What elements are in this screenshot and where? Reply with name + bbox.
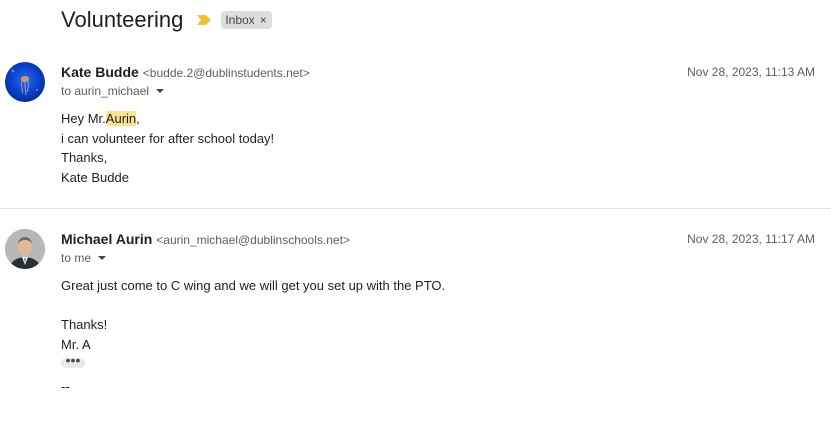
- sender-name[interactable]: Michael Aurin: [61, 231, 152, 247]
- body-line: Thanks!: [61, 317, 108, 332]
- body-line: Great just come to C wing and we will ge…: [61, 278, 446, 293]
- recipient-text: to aurin_michael: [61, 84, 150, 98]
- body-line: Thanks,: [61, 150, 108, 165]
- message-date: Nov 28, 2023, 11:13 AM: [687, 65, 815, 79]
- recipient-line: to aurin_michael: [61, 84, 165, 98]
- greeting-line: Hey Mr.Aurin,: [61, 109, 274, 129]
- greeting-suffix: ,: [136, 111, 140, 126]
- recipient-line: to me: [61, 251, 107, 265]
- signature-separator: --: [61, 378, 70, 394]
- body-line: Mr. A: [61, 336, 91, 352]
- sender-line: Michael Aurin <aurin_michael@dublinschoo…: [61, 231, 350, 247]
- greeting-prefix: Hey Mr.: [61, 111, 106, 126]
- search-highlight: Aurin: [105, 111, 137, 126]
- label-chip-text: Inbox: [225, 13, 255, 27]
- email-subject: Volunteering: [61, 7, 184, 32]
- sender-avatar[interactable]: [5, 62, 45, 102]
- jellyfish-avatar-icon: [5, 62, 45, 102]
- sender-email: <aurin_michael@dublinschools.net>: [156, 233, 350, 247]
- chevron-down-icon[interactable]: [155, 87, 165, 95]
- remove-label-icon[interactable]: ×: [260, 13, 267, 27]
- body-line: Kate Budde: [61, 169, 129, 185]
- subject-row: Volunteering Inbox ×: [61, 5, 272, 35]
- body-line: i can volunteer for after school today!: [61, 130, 275, 146]
- message-date: Nov 28, 2023, 11:17 AM: [687, 232, 815, 246]
- message-body: Hey Mr.Aurin, i can volunteer for after …: [61, 109, 274, 187]
- sender-name[interactable]: Kate Budde: [61, 64, 139, 80]
- importance-marker-icon[interactable]: [197, 15, 212, 25]
- person-avatar-icon: [5, 229, 45, 269]
- message-item: Michael Aurin <aurin_michael@dublinschoo…: [0, 209, 831, 421]
- message-item: Kate Budde <budde.2@dublinstudents.net> …: [0, 52, 831, 209]
- sender-avatar[interactable]: [5, 229, 45, 269]
- chevron-down-icon[interactable]: [97, 254, 107, 262]
- ellipsis-icon: •••: [65, 352, 81, 368]
- inbox-label-chip[interactable]: Inbox ×: [221, 11, 272, 29]
- sender-email: <budde.2@dublinstudents.net>: [142, 66, 310, 80]
- show-trimmed-content-button[interactable]: •••: [61, 352, 85, 368]
- recipient-text: to me: [61, 251, 92, 265]
- sender-line: Kate Budde <budde.2@dublinstudents.net>: [61, 64, 310, 80]
- message-body: Great just come to C wing and we will ge…: [61, 276, 445, 396]
